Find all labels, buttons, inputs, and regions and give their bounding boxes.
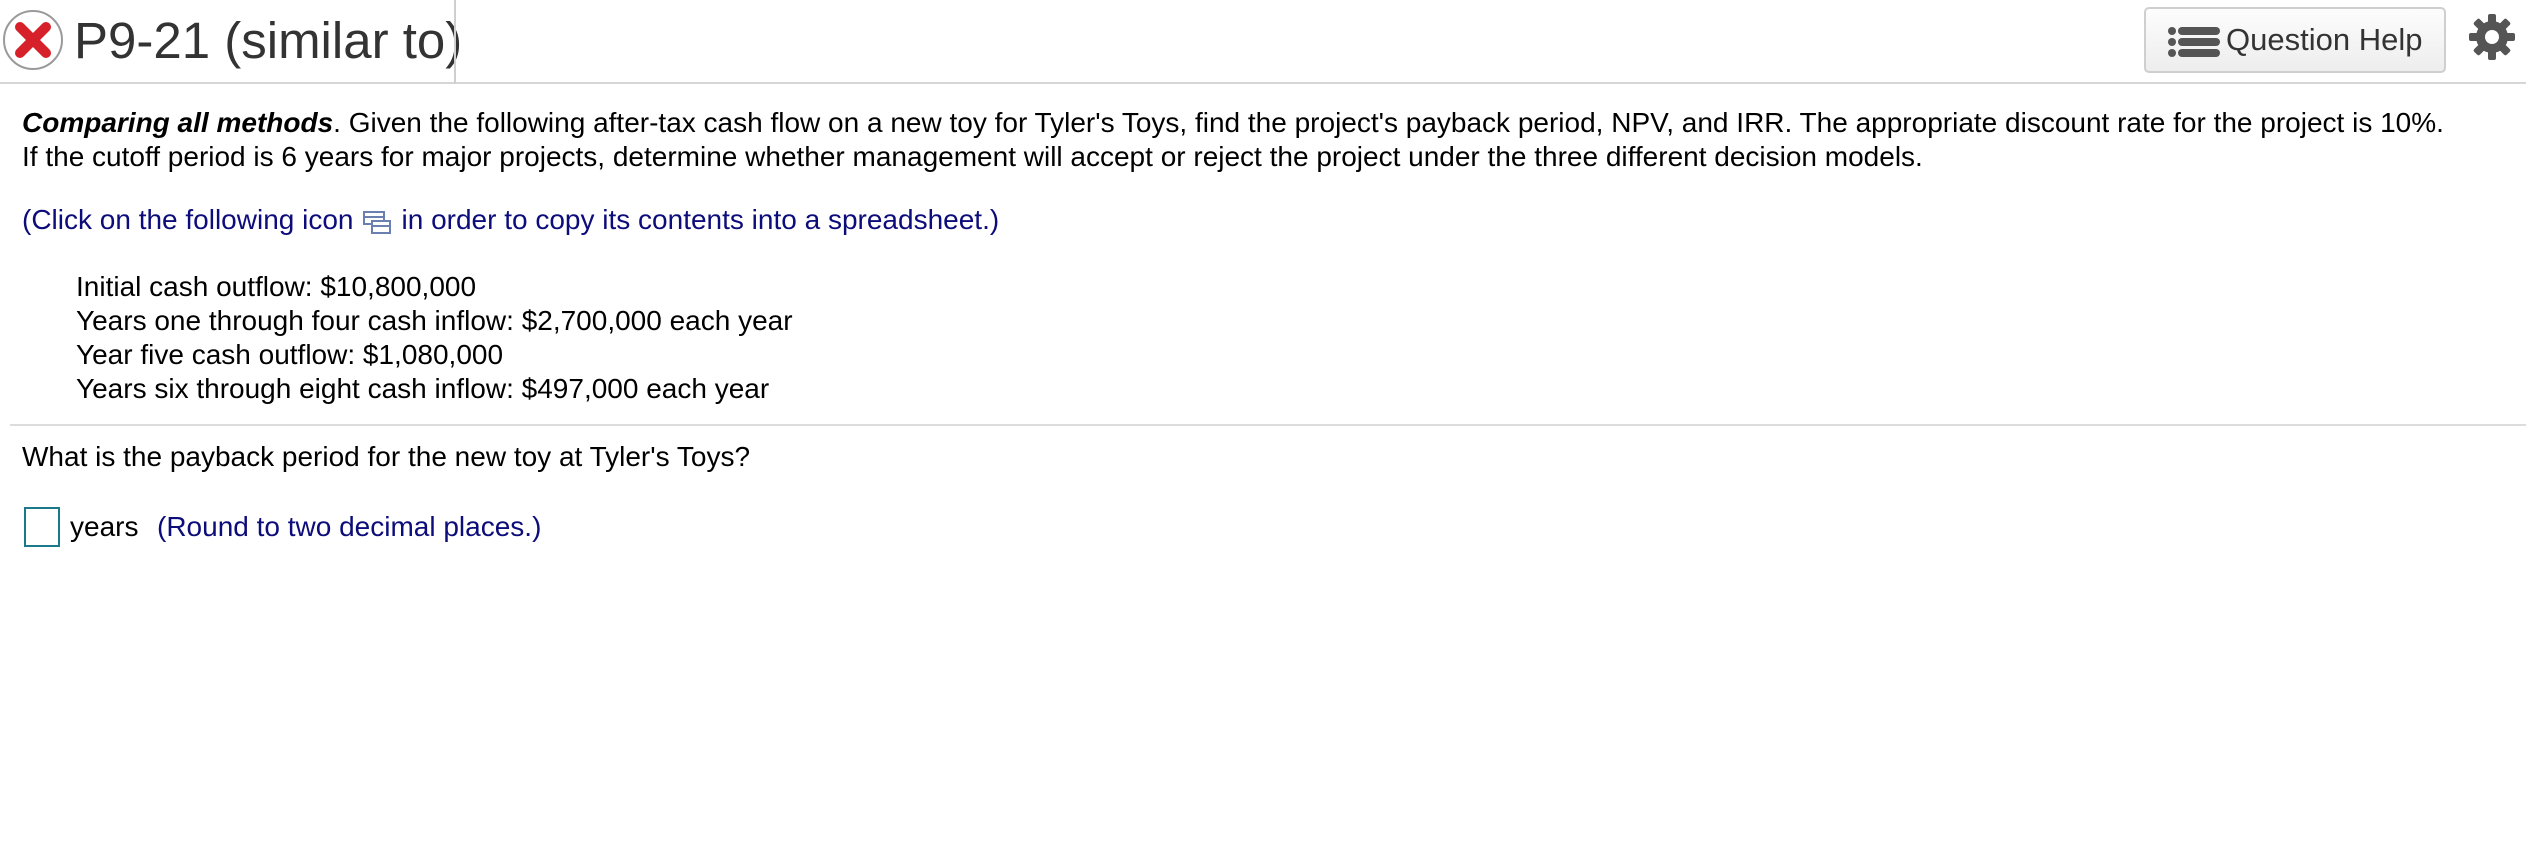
cash-flow-item: Years six through eight cash inflow: $49… — [76, 373, 770, 404]
question-prompt: What is the payback period for the new t… — [22, 441, 751, 472]
cash-flow-list: Initial cash outflow: $10,800,000 Years … — [76, 270, 793, 406]
question-title: P9-21 (similar to) — [74, 12, 463, 69]
question-help-button[interactable]: Question Help — [2144, 7, 2446, 73]
rounding-hint: (Round to two decimal places.) — [157, 511, 542, 542]
section-divider — [10, 424, 2526, 426]
question-header: P9-21 (similar to) Question Help — [0, 0, 2526, 84]
list-icon — [2168, 27, 2220, 57]
title-divider — [454, 0, 456, 84]
incorrect-status-icon — [3, 10, 63, 70]
gear-icon[interactable] — [2467, 12, 2517, 62]
spreadsheet-copy-icon[interactable] — [362, 208, 392, 236]
copy-instruction-prefix: (Click on the following icon — [22, 204, 354, 235]
problem-statement-line-1: Comparing all methods. Given the followi… — [22, 106, 2444, 140]
copy-instruction: (Click on the following icon in order to… — [22, 203, 999, 237]
answer-unit-label: years — [70, 511, 139, 542]
problem-statement-text: . Given the following after-tax cash flo… — [333, 107, 2444, 138]
payback-period-input[interactable] — [24, 507, 60, 547]
question-help-label: Question Help — [2226, 22, 2423, 57]
cash-flow-item: Years one through four cash inflow: $2,7… — [76, 305, 793, 336]
cash-flow-item: Year five cash outflow: $1,080,000 — [76, 339, 504, 370]
problem-lead: Comparing all methods — [22, 107, 334, 138]
copy-instruction-suffix: in order to copy its contents into a spr… — [401, 204, 1000, 235]
cash-flow-item: Initial cash outflow: $10,800,000 — [76, 271, 477, 302]
problem-statement-line-2: If the cutoff period is 6 years for majo… — [22, 141, 1923, 172]
